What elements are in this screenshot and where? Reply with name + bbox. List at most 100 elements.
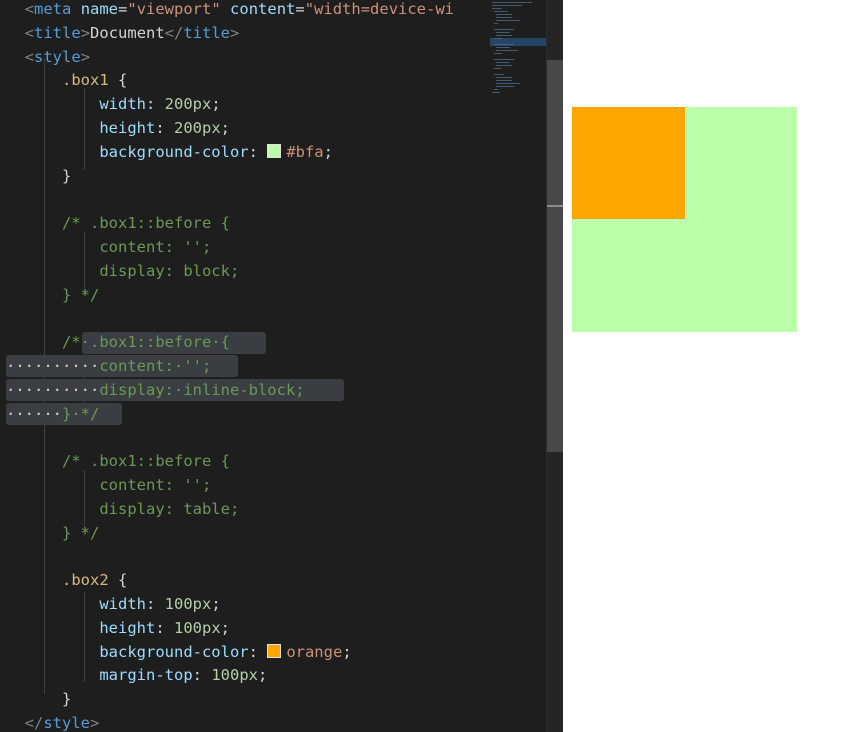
code-token: display: block;	[99, 262, 239, 280]
code-token: :	[193, 666, 212, 684]
code-line[interactable]: </style>	[6, 712, 99, 732]
vertical-scrollbar[interactable]	[546, 0, 563, 732]
code-line[interactable]: width: 200px;	[6, 93, 221, 117]
code-line[interactable]: ······}·*/	[6, 403, 99, 427]
code-token: content: '';	[99, 238, 211, 256]
code-token: ;	[211, 595, 220, 613]
minimap-line	[494, 11, 508, 12]
code-token: ;	[221, 119, 230, 137]
code-line[interactable]: margin-top: 100px;	[6, 664, 267, 688]
code-token	[6, 214, 62, 232]
code-line[interactable]: ··········content:·'';	[6, 355, 211, 379]
code-line[interactable]: }	[6, 688, 71, 712]
minimap-line	[494, 38, 502, 39]
code-token: }	[62, 167, 71, 185]
code-line[interactable]: /*·.box1::before·{	[6, 331, 230, 355]
minimap-line	[494, 23, 498, 24]
minimap-line	[494, 68, 502, 69]
code-token: :	[146, 595, 165, 613]
code-line[interactable]: content: '';	[6, 236, 211, 260]
code-line[interactable]: .box1 {	[6, 69, 127, 93]
code-editor[interactable]: <meta name="viewport" content="width=dev…	[0, 0, 563, 732]
code-token: #bfa	[286, 143, 323, 161]
code-line[interactable]: /* .box1::before {	[6, 212, 230, 236]
code-token: 200px	[165, 95, 212, 113]
code-token: >	[81, 24, 90, 42]
code-token: ;	[258, 666, 267, 684]
minimap-line	[496, 14, 512, 15]
code-token: <	[25, 0, 34, 18]
code-token	[6, 666, 99, 684]
code-line[interactable]: content: '';	[6, 474, 211, 498]
code-token: }	[62, 690, 71, 708]
minimap-line	[492, 92, 500, 93]
code-line[interactable]: } */	[6, 284, 99, 308]
code-token	[71, 0, 80, 18]
code-token: display:·inline-block;	[99, 381, 304, 399]
code-token: ··········	[6, 381, 99, 399]
code-token	[6, 714, 25, 732]
code-line[interactable]: <style>	[6, 46, 90, 70]
minimap-line	[494, 29, 514, 30]
code-token: :	[155, 619, 174, 637]
code-token: content	[230, 0, 295, 18]
code-token: /* .box1::before {	[62, 452, 230, 470]
code-area[interactable]: <meta name="viewport" content="width=dev…	[0, 0, 490, 732]
code-token: height	[99, 119, 155, 137]
minimap-line	[496, 50, 518, 51]
minimap-line	[492, 8, 502, 9]
code-token	[6, 643, 99, 661]
code-line[interactable]: <meta name="viewport" content="width=dev…	[6, 0, 454, 22]
code-token: margin-top	[99, 666, 192, 684]
color-swatch-icon[interactable]	[267, 644, 281, 658]
code-token	[6, 167, 62, 185]
code-line[interactable]: display: table;	[6, 498, 239, 522]
code-token: </	[25, 714, 44, 732]
code-token	[6, 619, 99, 637]
code-line[interactable]: background-color: orange;	[6, 641, 352, 665]
code-line[interactable]: ··········display:·inline-block;	[6, 379, 305, 403]
minimap-line	[496, 83, 520, 84]
code-line[interactable]: /* .box1::before {	[6, 450, 230, 474]
code-token	[6, 24, 25, 42]
code-token: :	[249, 643, 268, 661]
code-token: display: table;	[99, 500, 239, 518]
code-line[interactable]: width: 100px;	[6, 593, 221, 617]
code-token	[6, 452, 62, 470]
code-line[interactable]: height: 200px;	[6, 117, 230, 141]
code-token: }·*/	[62, 405, 99, 423]
code-line[interactable]: height: 100px;	[6, 617, 230, 641]
code-token: Document	[90, 24, 165, 42]
code-line[interactable]: <title>Document</title>	[6, 22, 239, 46]
code-token: =	[118, 0, 127, 18]
code-token: style	[34, 48, 81, 66]
code-token: 100px	[165, 595, 212, 613]
code-line[interactable]: display: block;	[6, 260, 239, 284]
code-token: ······	[6, 405, 62, 423]
box2-element	[572, 107, 685, 219]
code-token	[6, 333, 62, 351]
code-token: "viewport"	[127, 0, 220, 18]
code-line[interactable]: .box2 {	[6, 569, 127, 593]
code-token	[6, 286, 62, 304]
code-line[interactable]: } */	[6, 522, 99, 546]
browser-preview	[563, 0, 862, 732]
code-token: /*·.box1::before·{	[62, 333, 230, 351]
minimap-line	[496, 77, 512, 78]
minimap-line	[492, 2, 532, 3]
minimap-line	[496, 80, 512, 81]
minimap-line	[496, 65, 512, 66]
code-token	[221, 0, 230, 18]
scrollbar-thumb[interactable]	[547, 60, 563, 452]
code-line[interactable]: }	[6, 165, 71, 189]
code-token: 100px	[211, 666, 258, 684]
minimap-line	[494, 89, 498, 90]
code-token: orange	[286, 643, 342, 661]
minimap-line	[492, 5, 522, 6]
code-token: ;	[211, 95, 220, 113]
code-token: } */	[62, 524, 99, 542]
code-line[interactable]: background-color: #bfa;	[6, 141, 333, 165]
code-token: </	[165, 24, 184, 42]
minimap[interactable]	[490, 0, 546, 732]
color-swatch-icon[interactable]	[267, 144, 281, 158]
